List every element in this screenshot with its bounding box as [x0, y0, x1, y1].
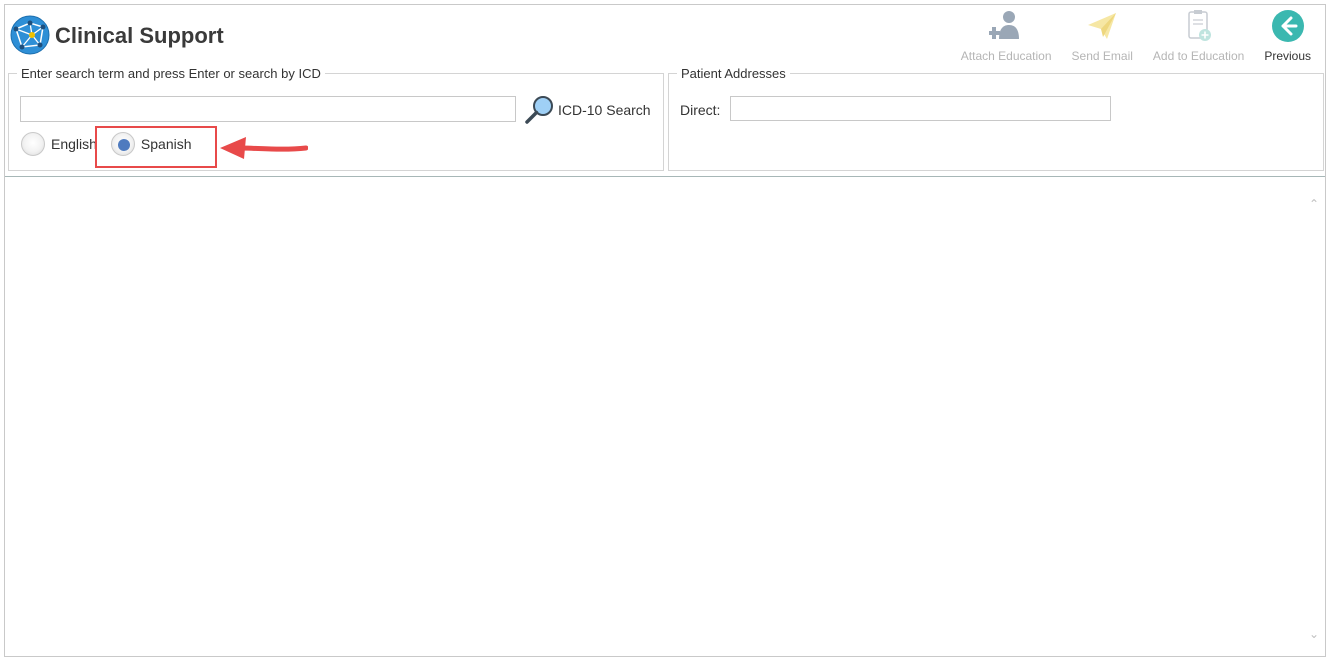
- radio-english[interactable]: English: [21, 132, 97, 156]
- clipboard-add-icon: [1187, 10, 1211, 41]
- scroll-up-icon[interactable]: ⌃: [1307, 197, 1321, 211]
- patient-addresses-group: Patient Addresses Direct:: [668, 66, 1324, 171]
- annotation-arrow-icon: [220, 137, 308, 159]
- previous-label: Previous: [1264, 49, 1311, 63]
- clinical-support-window: Clinical Support Attach Education Send E…: [4, 4, 1326, 657]
- icd-10-search-button[interactable]: ICD-10 Search: [524, 94, 651, 126]
- attach-education-button[interactable]: Attach Education: [951, 7, 1062, 67]
- icd-10-search-label: ICD-10 Search: [558, 102, 651, 118]
- radio-english-label: English: [51, 136, 97, 152]
- arrow-left-icon: [1271, 10, 1304, 42]
- radio-english-circle[interactable]: [21, 132, 45, 156]
- add-to-education-label: Add to Education: [1152, 49, 1245, 63]
- results-content-area: ⌃ ⌄: [5, 177, 1325, 656]
- magnifier-icon: [525, 96, 553, 124]
- search-group-legend: Enter search term and press Enter or sea…: [17, 66, 325, 81]
- paper-plane-icon: [1088, 13, 1117, 39]
- direct-address-input[interactable]: [730, 96, 1111, 121]
- spanish-highlight-box: [95, 126, 217, 168]
- direct-label: Direct:: [680, 102, 721, 118]
- page-title: Clinical Support: [55, 23, 224, 48]
- add-to-education-button[interactable]: Add to Education: [1143, 7, 1254, 67]
- clinical-support-logo-icon: [10, 15, 50, 55]
- patient-addresses-legend: Patient Addresses: [677, 66, 790, 81]
- toolbar: Attach Education Send Email Add to Educa…: [951, 7, 1321, 67]
- attach-education-icon: [989, 11, 1020, 39]
- previous-button[interactable]: Previous: [1254, 7, 1321, 67]
- send-email-button[interactable]: Send Email: [1062, 7, 1143, 67]
- search-input[interactable]: [20, 96, 516, 122]
- attach-education-label: Attach Education: [960, 49, 1052, 63]
- scroll-down-icon[interactable]: ⌄: [1307, 627, 1321, 641]
- send-email-label: Send Email: [1071, 49, 1133, 63]
